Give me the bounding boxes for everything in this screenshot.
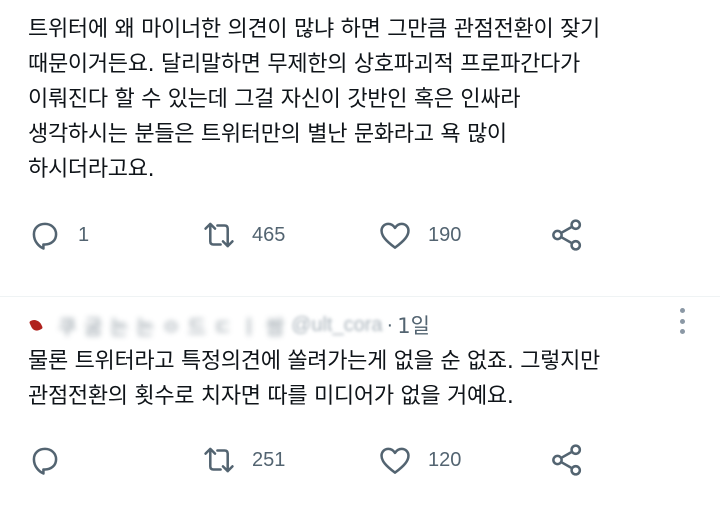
heart-icon — [376, 216, 414, 254]
like-count: 190 — [428, 223, 462, 246]
tweet-actions: 251 120 — [0, 440, 720, 480]
like-count: 120 — [428, 448, 462, 471]
reply-count: 1 — [78, 223, 90, 246]
timestamp[interactable]: 1일 — [397, 310, 430, 340]
like-button[interactable]: 190 — [376, 215, 461, 255]
retweet-count: 465 — [252, 223, 286, 246]
author-name[interactable]: 쿠 굼 는 는 ㅇ 드 ㄷ ㅣ 쌈 — [58, 311, 285, 340]
reply-button[interactable] — [26, 440, 78, 480]
share-icon — [548, 216, 586, 254]
author-handle[interactable]: @ult_cora — [291, 314, 382, 337]
like-button[interactable]: 120 — [376, 440, 461, 480]
heart-icon — [376, 441, 414, 479]
tweet-header: 쿠 굼 는 는 ㅇ 드 ㄷ ㅣ 쌈 @ult_cora · 1일 — [28, 308, 430, 342]
tweet-text: 물론 트위터라고 특정의견에 쏠려가는게 없을 순 없죠. 그렇지만 관점전환의… — [28, 349, 600, 409]
tweet-actions: 1 465 190 — [0, 215, 720, 255]
divider — [0, 296, 720, 297]
retweet-button[interactable]: 251 — [200, 440, 285, 480]
reply-button[interactable]: 1 — [26, 215, 89, 255]
retweet-button[interactable]: 465 — [200, 215, 285, 255]
tweet-text: 트위터에 왜 마이너한 의견이 많냐 하면 그만큼 관점전환이 잦기 때문이거든… — [28, 17, 600, 182]
separator: · — [386, 313, 394, 336]
more-options-icon[interactable] — [672, 306, 692, 336]
share-icon — [548, 441, 586, 479]
retweet-icon — [200, 441, 238, 479]
avatar[interactable] — [28, 315, 48, 335]
retweet-icon — [200, 216, 238, 254]
retweet-count: 251 — [252, 448, 286, 471]
share-button[interactable] — [548, 440, 586, 480]
share-button[interactable] — [548, 215, 586, 255]
reply-icon — [26, 441, 64, 479]
reply-icon — [26, 216, 64, 254]
